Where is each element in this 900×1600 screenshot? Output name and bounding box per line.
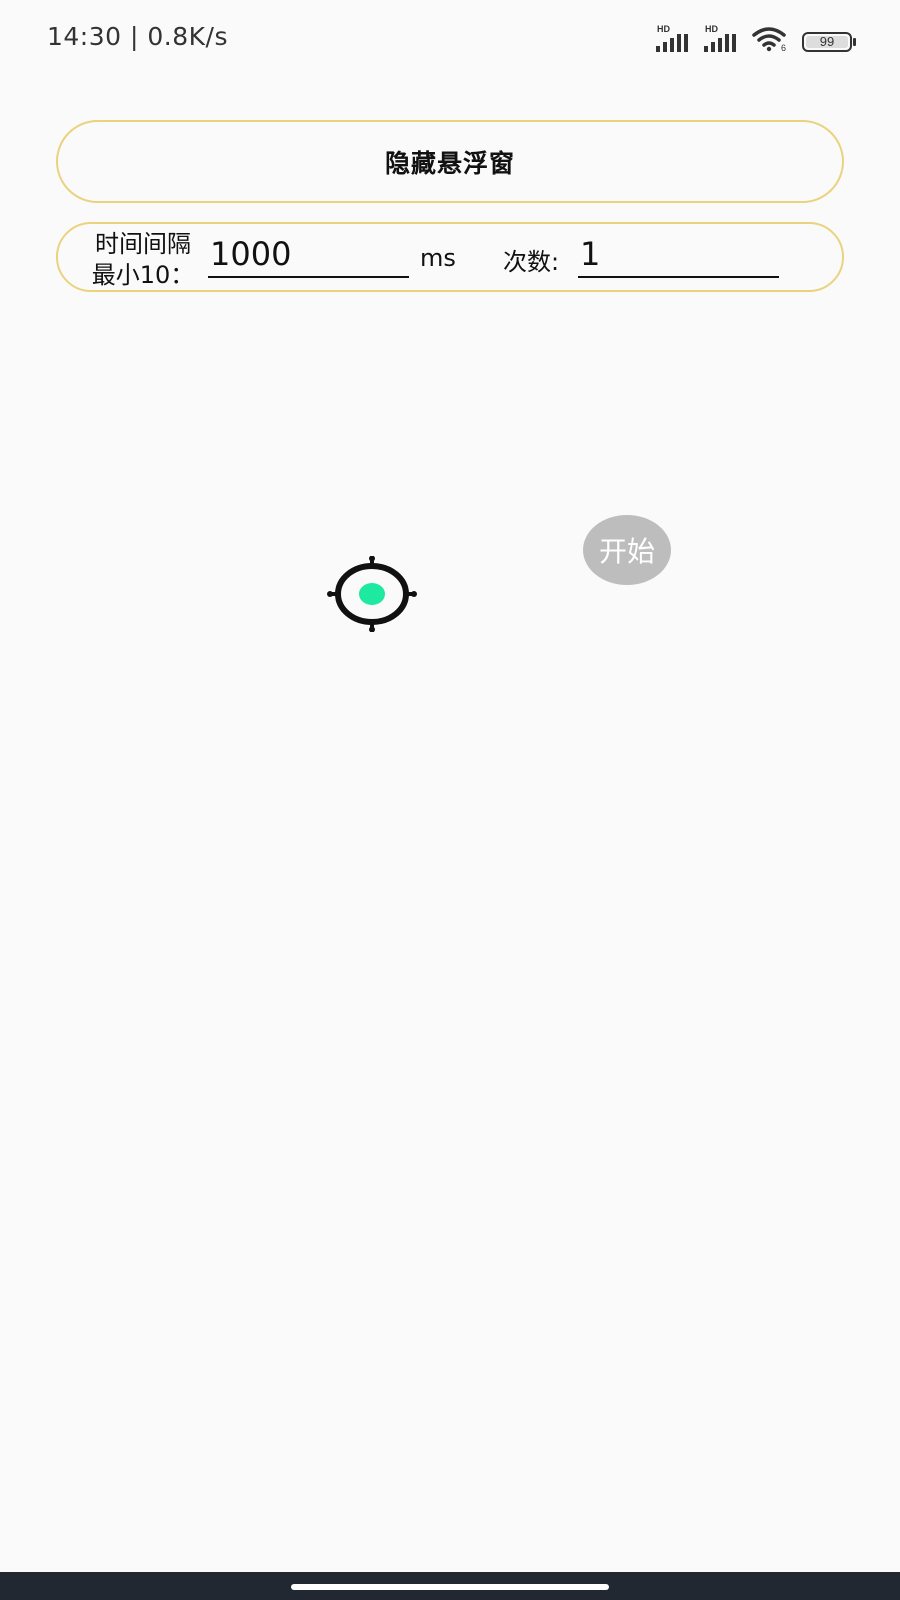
wifi-label: 6	[781, 43, 786, 52]
status-bar: 14:30 | 0.8K/s HD HD 6 99	[0, 0, 900, 78]
interval-unit-label: ms	[420, 244, 456, 272]
signal-hd-icon: HD	[704, 24, 744, 52]
start-button[interactable]: 开始	[583, 515, 671, 585]
count-input[interactable]	[578, 232, 779, 278]
status-icons: HD HD 6 99	[656, 24, 856, 52]
crosshair-target-icon[interactable]	[327, 556, 417, 632]
battery-level-text: 99	[819, 34, 835, 49]
hide-floating-window-button[interactable]: 隐藏悬浮窗	[56, 120, 844, 203]
status-time: 14:30 | 0.8K/s	[47, 22, 228, 51]
interval-input[interactable]	[208, 232, 409, 278]
interval-label-line1: 时间间隔	[95, 230, 191, 258]
interval-label-line2: 最小10：	[91, 261, 195, 289]
target-dot	[359, 583, 385, 605]
battery-icon: 99	[802, 32, 856, 52]
signal-hd-label: HD	[705, 24, 718, 34]
signal-hd-label: HD	[657, 24, 670, 34]
signal-hd-icon: HD	[656, 24, 696, 52]
navigation-bar	[0, 1572, 900, 1600]
wifi-icon: 6	[752, 27, 786, 52]
home-indicator[interactable]	[291, 1584, 609, 1590]
interval-label: 时间间隔 最小10：	[78, 229, 208, 291]
interval-settings-panel: 时间间隔 最小10： ms 次数:	[56, 222, 844, 292]
count-label: 次数:	[503, 248, 560, 276]
